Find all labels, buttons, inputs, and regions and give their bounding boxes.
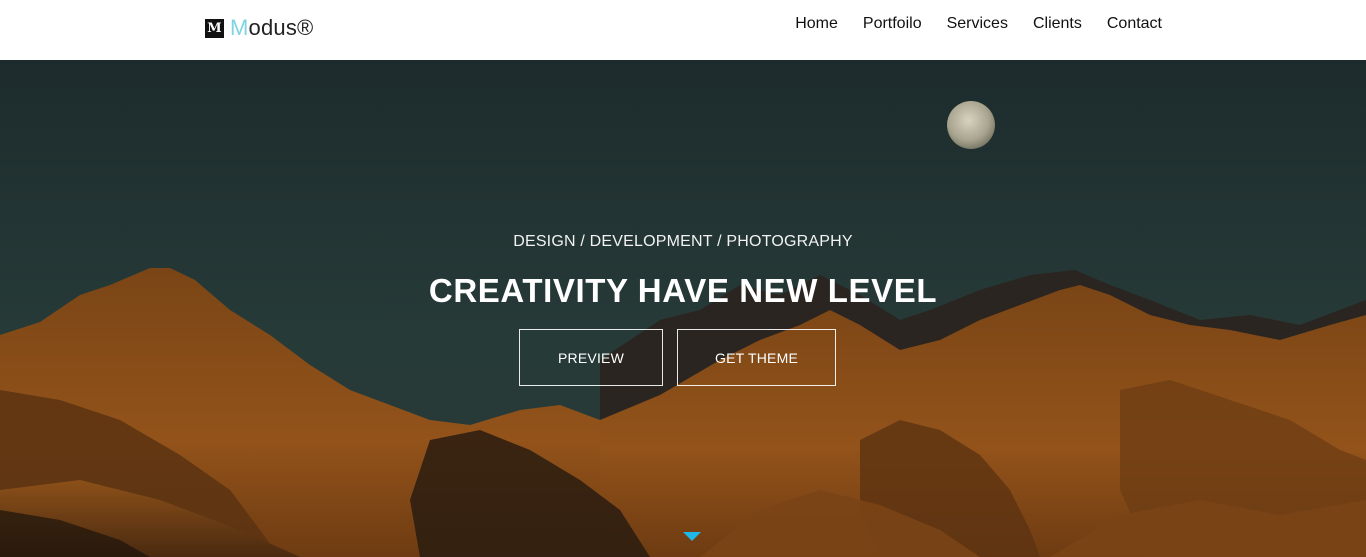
triangle-down-icon[interactable] <box>683 532 701 541</box>
nav-item-clients[interactable]: Clients <box>1033 14 1082 34</box>
nav-item-home[interactable]: Home <box>795 14 838 34</box>
brand-rest: odus® <box>248 15 314 40</box>
nav-item-portfolio[interactable]: Portfoilo <box>863 14 922 34</box>
preview-button[interactable]: PREVIEW <box>519 329 663 386</box>
brand-name: Modus® <box>230 15 313 41</box>
hero-tagline: DESIGN / DEVELOPMENT / PHOTOGRAPHY <box>513 233 853 250</box>
hero-headline: CREATIVITY HAVE NEW LEVEL <box>428 272 938 309</box>
brand-mark-icon: M <box>205 18 224 38</box>
hero-content: DESIGN / DEVELOPMENT / PHOTOGRAPHY CREAT… <box>0 60 1366 557</box>
brand-first-letter: M <box>230 15 249 40</box>
main-nav: Home Portfoilo Services Clients Contact <box>770 14 1162 34</box>
brand-logo[interactable]: M Modus® <box>205 15 313 41</box>
nav-item-contact[interactable]: Contact <box>1107 14 1162 34</box>
nav-item-services[interactable]: Services <box>947 14 1008 34</box>
site-header: M Modus® Home Portfoilo Services Clients… <box>0 0 1366 60</box>
get-theme-button[interactable]: GET THEME <box>677 329 836 386</box>
hero-section: DESIGN / DEVELOPMENT / PHOTOGRAPHY CREAT… <box>0 60 1366 557</box>
